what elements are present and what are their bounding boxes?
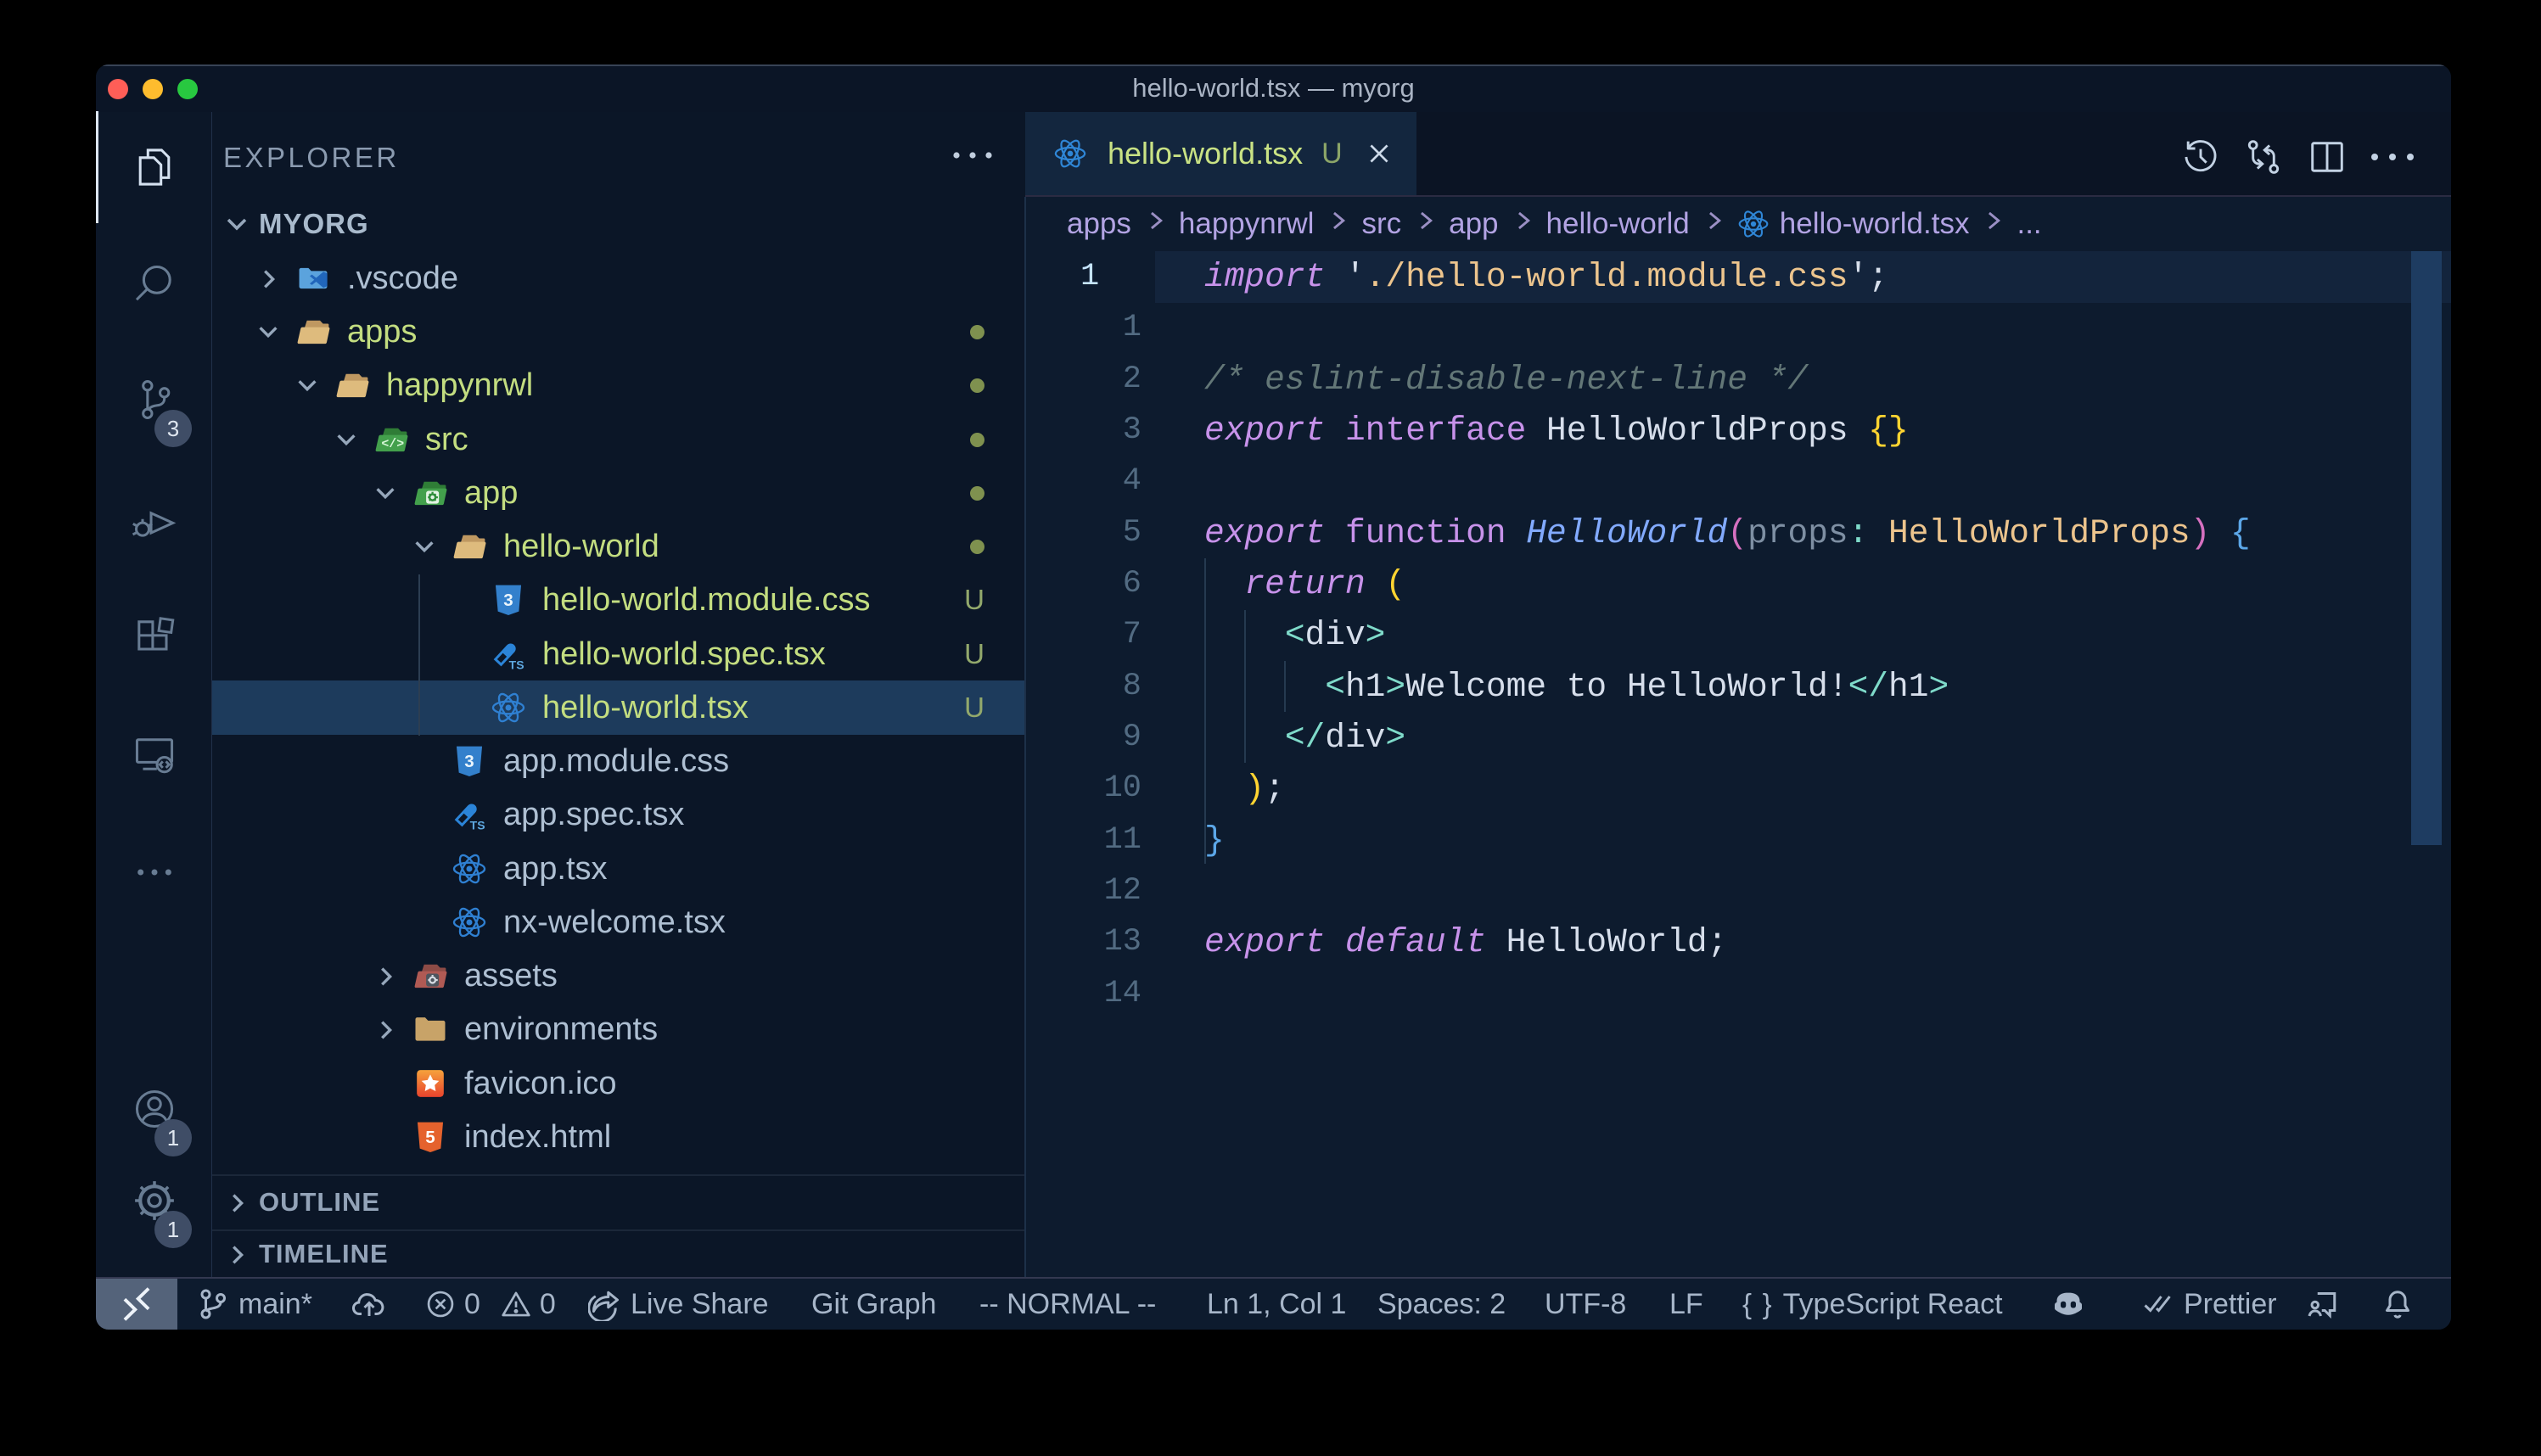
svg-text:5: 5 [425,1128,435,1147]
svg-text:3: 3 [464,752,474,771]
svg-text:TS: TS [509,658,524,672]
svg-text:TS: TS [470,819,485,832]
svg-text:</>: </> [381,438,404,451]
svg-text:3: 3 [503,591,513,610]
